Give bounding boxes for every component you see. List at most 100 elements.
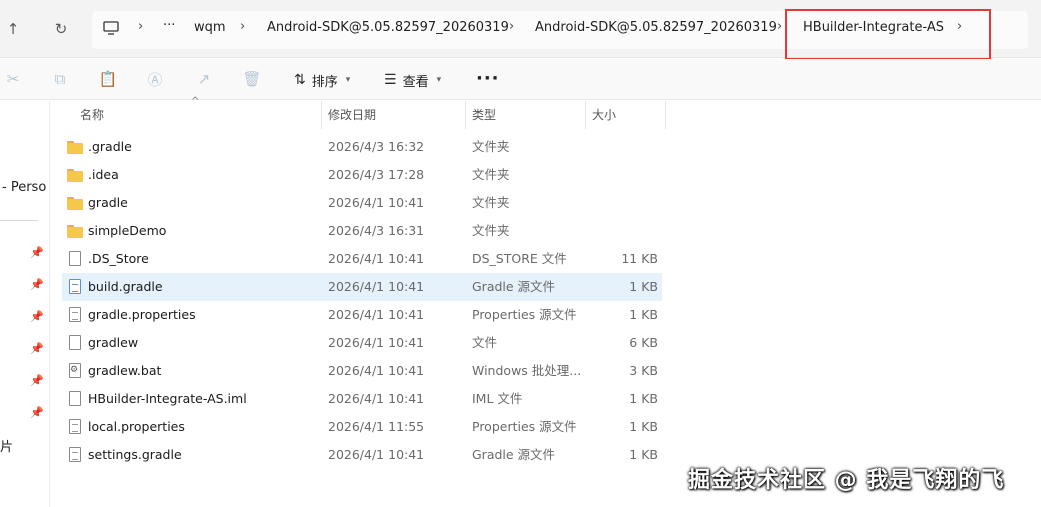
file-name: .DS_Store bbox=[88, 251, 149, 266]
file-date: 2026/4/1 10:41 bbox=[328, 363, 425, 378]
file-size: 3 KB bbox=[629, 363, 658, 378]
folder-icon bbox=[67, 139, 83, 155]
file-type: 文件夹 bbox=[472, 223, 510, 238]
chevron-right-icon: › bbox=[777, 19, 783, 34]
pin-icon[interactable]: 📌 bbox=[30, 374, 44, 387]
file-icon bbox=[67, 251, 83, 267]
breadcrumb-item[interactable]: wqm bbox=[194, 20, 226, 35]
file-type: Windows 批处理... bbox=[472, 363, 582, 378]
file-row[interactable]: settings.gradle 2026/4/1 10:41 Gradle 源文件 1… bbox=[62, 441, 662, 469]
column-name[interactable]: 名称 bbox=[74, 101, 322, 129]
sort-label: 排序 bbox=[311, 74, 338, 90]
file-name: settings.gradle bbox=[88, 447, 182, 462]
breadcrumb-item[interactable]: Android-SDK@5.05.82597_20260319 bbox=[267, 20, 509, 35]
file-row[interactable]: gradle.properties 2026/4/1 10:41 Propertie… bbox=[62, 301, 662, 329]
file-size: 1 KB bbox=[629, 419, 658, 434]
file-row[interactable]: HBuilder-Integrate-AS.iml 2026/4/1 10:41 I… bbox=[62, 385, 662, 413]
file-list: .gradle 2026/4/3 16:32 文件夹 .idea 2026/4/3 17… bbox=[62, 133, 662, 469]
file-row[interactable]: gradlew.bat 2026/4/1 10:41 Windows 批处理... 3… bbox=[62, 357, 662, 385]
more-options-button[interactable]: ··· bbox=[476, 68, 500, 89]
pin-icon[interactable]: 📌 bbox=[30, 406, 44, 419]
address-row: ↑ ↻ › ··· wqm › Android-SDK@5.05.82597_2… bbox=[0, 0, 1041, 60]
column-size[interactable]: 大小 bbox=[586, 101, 666, 129]
file-date: 2026/4/3 16:31 bbox=[328, 223, 425, 238]
file-name: HBuilder-Integrate-AS.iml bbox=[88, 391, 247, 406]
pin-icon[interactable]: 📌 bbox=[30, 342, 44, 355]
chevron-right-icon: › bbox=[240, 19, 246, 34]
file-type: Gradle 源文件 bbox=[472, 447, 556, 462]
file-date: 2026/4/1 10:41 bbox=[328, 447, 425, 462]
rename-icon[interactable]: Ⓐ bbox=[145, 69, 165, 89]
file-date: 2026/4/1 10:41 bbox=[328, 251, 425, 266]
nav-item-personal[interactable]: - Perso bbox=[2, 180, 46, 195]
file-name: local.properties bbox=[88, 419, 185, 434]
file-type: DS_STORE 文件 bbox=[472, 251, 567, 266]
file-name: gradle bbox=[88, 195, 128, 210]
computer-icon[interactable] bbox=[100, 17, 122, 39]
paste-icon[interactable]: 📋 bbox=[98, 69, 118, 89]
file-date: 2026/4/1 10:41 bbox=[328, 391, 425, 406]
file-date: 2026/4/1 10:41 bbox=[328, 279, 425, 294]
cut-icon[interactable]: ✂ bbox=[3, 69, 23, 89]
column-header: ^ 名称 修改日期 类型 大小 bbox=[50, 96, 670, 129]
breadcrumb-item[interactable]: Android-SDK@5.05.82597_20260319 bbox=[535, 20, 777, 35]
folder-icon bbox=[67, 167, 83, 183]
file-type: 文件夹 bbox=[472, 195, 510, 210]
command-toolbar: ✂ ⧉ 📋 Ⓐ ↗ 🗑 ⇅ 排序 ▾ ☰ 查看 ▾ ··· bbox=[0, 59, 1041, 100]
file-type: IML 文件 bbox=[472, 391, 523, 406]
view-button[interactable]: ☰ 查看 ▾ bbox=[384, 70, 441, 90]
chevron-right-icon: › bbox=[138, 19, 144, 34]
breadcrumb-more[interactable]: ··· bbox=[163, 18, 175, 33]
file-row[interactable]: .DS_Store 2026/4/1 10:41 DS_STORE 文件 11 KB bbox=[62, 245, 662, 273]
highlight-box bbox=[785, 9, 991, 60]
chevron-right-icon: › bbox=[509, 19, 515, 34]
file-row[interactable]: .gradle 2026/4/3 16:32 文件夹 bbox=[62, 133, 662, 161]
file-size bbox=[572, 133, 658, 161]
copy-icon[interactable]: ⧉ bbox=[50, 69, 70, 89]
file-name: .idea bbox=[88, 167, 119, 182]
file-size: 1 KB bbox=[629, 447, 658, 462]
share-icon[interactable]: ↗ bbox=[194, 69, 214, 89]
file-type: 文件夹 bbox=[472, 167, 510, 182]
file-date: 2026/4/3 16:32 bbox=[328, 139, 425, 154]
file-date: 2026/4/1 10:41 bbox=[328, 335, 425, 350]
file-row[interactable]: build.gradle 2026/4/1 10:41 Gradle 源文件 1 KB bbox=[62, 273, 662, 301]
pin-icon[interactable]: 📌 bbox=[30, 278, 44, 291]
view-label: 查看 bbox=[402, 74, 429, 90]
file-size: 11 KB bbox=[621, 251, 658, 266]
divider bbox=[0, 220, 38, 221]
column-type[interactable]: 类型 bbox=[466, 101, 586, 129]
nav-item-pictures[interactable]: 片 bbox=[0, 436, 13, 455]
sort-icon: ⇅ bbox=[294, 72, 306, 88]
file-type: 文件夹 bbox=[472, 139, 510, 154]
sort-button[interactable]: ⇅ 排序 ▾ bbox=[294, 70, 350, 90]
file-name: gradlew.bat bbox=[88, 363, 162, 378]
file-row[interactable]: .idea 2026/4/3 17:28 文件夹 bbox=[62, 161, 662, 189]
file-type: 文件 bbox=[472, 335, 498, 350]
column-date[interactable]: 修改日期 bbox=[322, 101, 466, 129]
file-row[interactable]: gradle 2026/4/1 10:41 文件夹 bbox=[62, 189, 662, 217]
file-name: gradle.properties bbox=[88, 307, 196, 322]
folder-icon bbox=[67, 195, 83, 211]
file-name: build.gradle bbox=[88, 279, 163, 294]
file-date: 2026/4/1 10:41 bbox=[328, 195, 425, 210]
file-row[interactable]: gradlew 2026/4/1 10:41 文件 6 KB bbox=[62, 329, 662, 357]
file-size: 6 KB bbox=[629, 335, 658, 350]
file-size: 1 KB bbox=[629, 307, 658, 322]
delete-icon[interactable]: 🗑 bbox=[242, 69, 262, 89]
file-type: Properties 源文件 bbox=[472, 419, 577, 434]
up-arrow-icon[interactable]: ↑ bbox=[2, 18, 24, 40]
pin-icon[interactable]: 📌 bbox=[30, 246, 44, 259]
file-icon bbox=[67, 391, 83, 407]
refresh-icon[interactable]: ↻ bbox=[50, 18, 72, 40]
chevron-down-icon: ▾ bbox=[345, 75, 351, 85]
view-icon: ☰ bbox=[384, 72, 397, 88]
file-row[interactable]: local.properties 2026/4/1 11:55 Properties… bbox=[62, 413, 662, 441]
file-date: 2026/4/1 10:41 bbox=[328, 307, 425, 322]
pin-icon[interactable]: 📌 bbox=[30, 310, 44, 323]
file-name: .gradle bbox=[88, 139, 132, 154]
chevron-down-icon: ▾ bbox=[436, 75, 442, 85]
file-size: 1 KB bbox=[629, 391, 658, 406]
file-icon bbox=[67, 335, 83, 351]
file-row[interactable]: simpleDemo 2026/4/3 16:31 文件夹 bbox=[62, 217, 662, 245]
